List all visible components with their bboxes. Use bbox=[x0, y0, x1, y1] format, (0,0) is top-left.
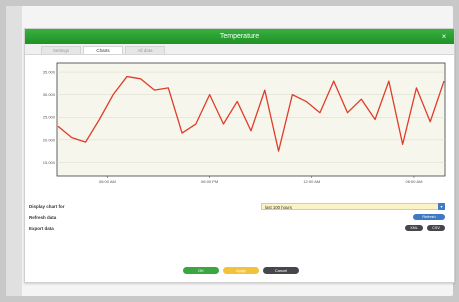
ok-button[interactable]: OK bbox=[183, 267, 219, 274]
display-range-select[interactable]: last 100 hours ▾ bbox=[261, 203, 445, 210]
temperature-chart: 35.00030.00025.00020.00015.000 06:00 AM 0… bbox=[43, 62, 446, 184]
dialog-title: Temperature bbox=[219, 33, 260, 40]
y-tick-label: 35.000 bbox=[43, 70, 56, 75]
export-data-label: Export data bbox=[29, 226, 54, 231]
y-tick-label: 25.000 bbox=[43, 115, 56, 120]
chevron-down-icon[interactable]: ▾ bbox=[438, 203, 445, 210]
chart-controls: Display chart for last 100 hours ▾ Refre… bbox=[29, 203, 450, 243]
cancel-button[interactable]: Cancel bbox=[263, 267, 299, 274]
y-tick-label: 20.000 bbox=[43, 137, 56, 142]
export-xml-button[interactable]: XML bbox=[405, 225, 423, 231]
x-tick-label: 06:00 AM bbox=[406, 179, 423, 184]
screen-background: Temperature × Settings Charts All data 3… bbox=[6, 6, 455, 296]
chart-panel: 35.000 30.000 25.000 20.000 15.000 06:00 AM 0… bbox=[29, 57, 450, 193]
export-csv-button[interactable]: CSV bbox=[427, 225, 445, 231]
refresh-data-label: Refresh data bbox=[29, 215, 57, 220]
tab-settings[interactable]: Settings bbox=[41, 46, 81, 54]
y-axis-ticks: 35.000 30.000 25.000 20.000 15.000 bbox=[43, 70, 56, 165]
x-axis-ticks: 06:00 AM 06:00 PM 12:00 AM 06:00 AM bbox=[99, 176, 422, 184]
tab-bar: Settings Charts All data bbox=[25, 44, 454, 55]
x-tick-label: 06:00 PM bbox=[201, 179, 218, 184]
x-tick-label: 06:00 AM bbox=[99, 179, 116, 184]
close-icon[interactable]: × bbox=[439, 29, 449, 44]
plot-area bbox=[56, 62, 446, 177]
refresh-button[interactable]: Refresh bbox=[413, 214, 445, 220]
y-tick-label: 15.000 bbox=[43, 160, 56, 165]
tab-all-data[interactable]: All data bbox=[125, 46, 165, 54]
tab-charts[interactable]: Charts bbox=[83, 46, 123, 54]
temperature-dialog: Temperature × Settings Charts All data 3… bbox=[24, 28, 455, 283]
dialog-titlebar: Temperature × bbox=[25, 29, 454, 44]
display-chart-label: Display chart for bbox=[29, 204, 65, 209]
x-tick-label: 12:00 AM bbox=[303, 179, 320, 184]
display-range-value: last 100 hours bbox=[265, 205, 292, 210]
left-strip bbox=[6, 6, 22, 296]
apply-button[interactable]: Apply bbox=[223, 267, 259, 274]
y-tick-label: 30.000 bbox=[43, 92, 56, 97]
